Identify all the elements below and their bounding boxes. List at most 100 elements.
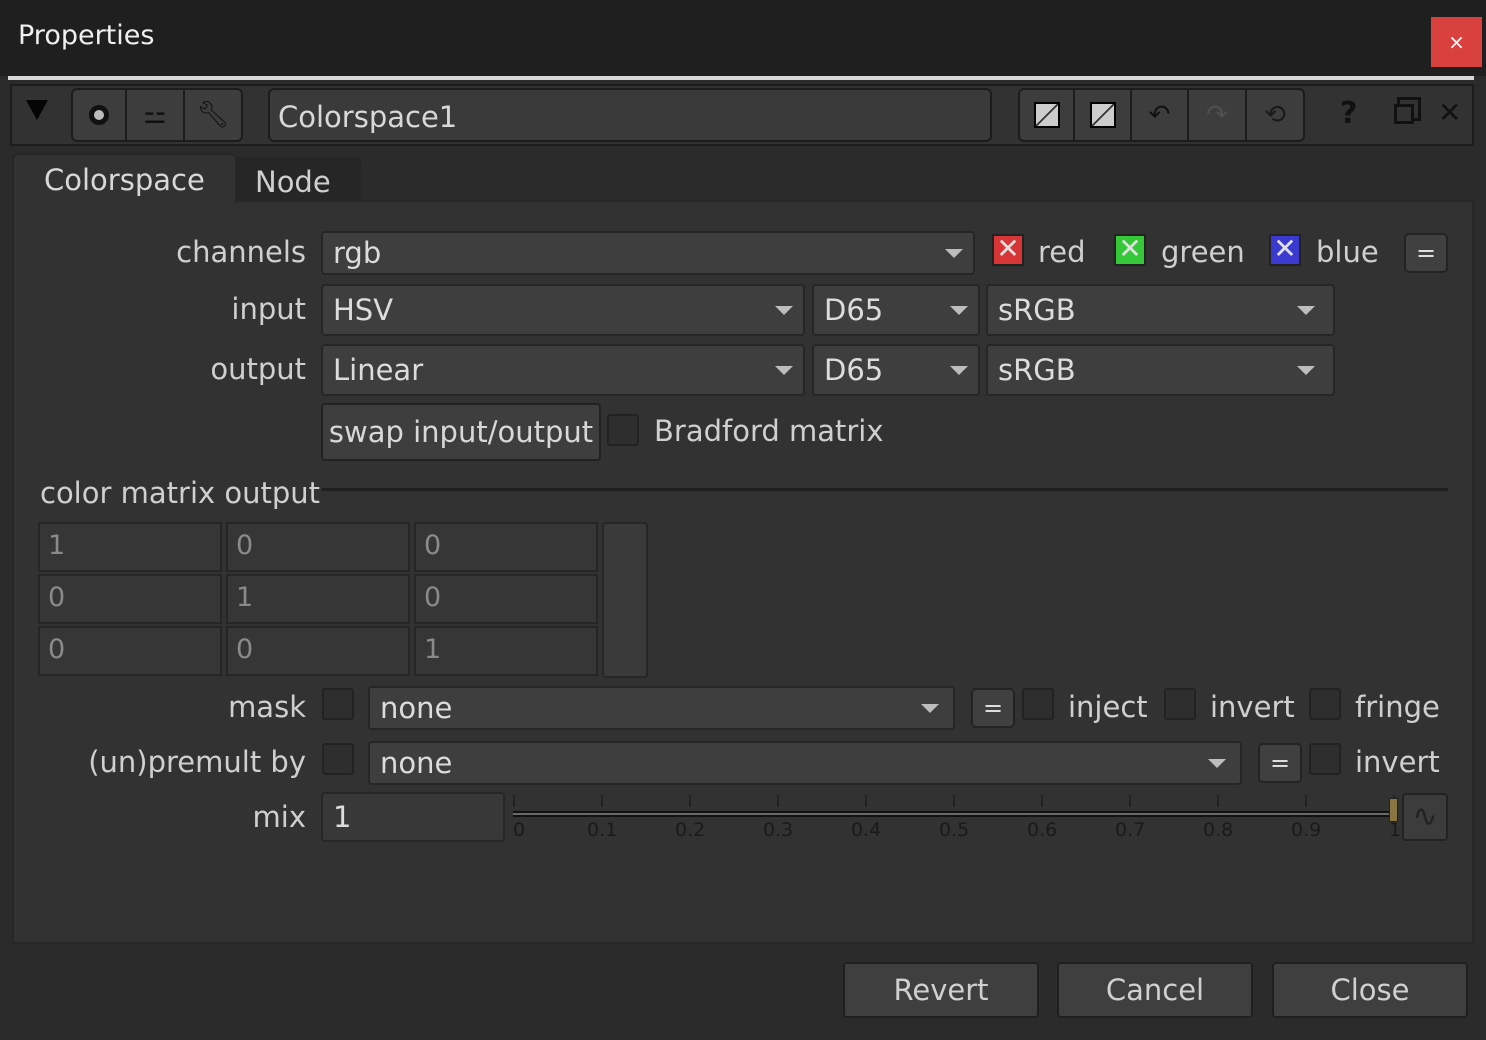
cancel-button[interactable]: Cancel [1057,962,1253,1018]
slider-tick-label: 0.7 [1115,819,1146,841]
mask-link-button[interactable]: = [971,688,1015,728]
swatch-icon[interactable] [1075,90,1132,140]
mix-slider[interactable]: 0 0.1 0.2 0.3 0.4 0.5 0.6 0.7 0.8 0.9 1 [513,795,1402,845]
mask-value: none [380,691,453,725]
slider-tick-label: 0.6 [1027,819,1058,841]
channels-label: channels [176,235,306,269]
blue-channel-checkbox[interactable]: ✕ [1269,234,1301,266]
mask-dropdown[interactable]: none [368,686,955,730]
slider-tick-label: 0 [513,819,526,841]
fringe-label: fringe [1355,690,1440,724]
mix-input[interactable]: 1 [321,792,505,842]
matrix-cell[interactable]: 1 [226,574,410,624]
bradford-matrix-checkbox[interactable] [607,414,639,446]
bug-icon[interactable]: ⚍ [127,90,185,140]
fringe-checkbox[interactable] [1309,688,1341,720]
matrix-cell[interactable]: 0 [414,522,598,572]
slider-tick-label: 0.4 [851,819,882,841]
undo-icon[interactable]: ↶ [1132,90,1189,140]
channels-value: rgb [333,236,382,270]
matrix-cell[interactable]: 0 [414,574,598,624]
red-label: red [1038,235,1086,269]
premult-label: (un)premult by [88,745,306,779]
swap-input-output-button[interactable]: swap input/output [321,403,601,461]
input-primaries-dropdown[interactable]: sRGB [986,284,1335,336]
output-illuminant-dropdown[interactable]: D65 [812,344,980,396]
matrix-cell[interactable]: 0 [226,626,410,676]
slider-tick [865,795,867,807]
bradford-matrix-label: Bradford matrix [654,414,884,448]
slider-tick [1217,795,1219,807]
slider-tick [1305,795,1307,807]
window-close-button[interactable]: × [1431,17,1482,67]
close-icon[interactable]: ✕ [1438,96,1461,129]
input-label: input [231,292,306,326]
slider-track [513,811,1393,817]
swatch-icon[interactable] [1020,90,1075,140]
slider-tick [513,795,515,807]
tab-colorspace[interactable]: Colorspace [12,153,237,203]
inject-checkbox[interactable] [1022,688,1054,720]
slider-tick-label: 0.9 [1291,819,1322,841]
chevron-down-icon [950,305,968,315]
red-channel-checkbox[interactable]: ✕ [992,234,1024,266]
matrix-cell[interactable]: 0 [38,626,222,676]
slider-tick [1129,795,1131,807]
matrix-cell[interactable]: 1 [414,626,598,676]
node-actions-group: ↶ ↷ ⟲ [1018,88,1305,142]
output-primaries-value: sRGB [998,353,1076,387]
premult-value: none [380,746,453,780]
output-colorspace-value: Linear [333,353,424,387]
matrix-cell[interactable]: 0 [38,574,222,624]
chevron-down-icon [1208,758,1226,768]
premult-invert-checkbox[interactable] [1309,743,1341,775]
help-icon[interactable]: ? [1340,96,1357,131]
mask-checkbox[interactable] [322,688,354,720]
title-bar [0,0,1486,76]
premult-dropdown[interactable]: none [368,741,1242,785]
chevron-down-icon [775,305,793,315]
channels-link-button[interactable]: = [1404,233,1448,273]
redo-icon[interactable]: ↷ [1189,90,1247,140]
revert-button[interactable]: Revert [843,962,1039,1018]
matrix-cell[interactable]: 0 [226,522,410,572]
mask-invert-checkbox[interactable] [1164,688,1196,720]
output-colorspace-dropdown[interactable]: Linear [321,344,805,396]
node-name-input[interactable]: Colorspace1 [268,88,992,142]
channels-dropdown[interactable]: rgb [321,231,975,275]
slider-tick-label: 0.3 [763,819,794,841]
premult-link-button[interactable]: = [1258,743,1302,783]
green-label: green [1161,235,1245,269]
slider-tick-label: 0.1 [587,819,618,841]
input-illuminant-value: D65 [824,293,884,327]
slider-handle[interactable] [1389,798,1398,822]
revert-icon[interactable]: ⟲ [1247,90,1303,140]
mix-animation-curve-icon[interactable]: ∿ [1402,793,1448,841]
slider-tick [601,795,603,807]
input-primaries-value: sRGB [998,293,1076,327]
slider-tick-label: 0.2 [675,819,706,841]
chevron-down-icon [921,703,939,713]
input-colorspace-dropdown[interactable]: HSV [321,284,805,336]
premult-checkbox[interactable] [322,743,354,775]
matrix-cell[interactable]: 1 [38,522,222,572]
output-primaries-dropdown[interactable]: sRGB [986,344,1335,396]
section-divider [322,488,1448,491]
tab-node[interactable]: Node [225,157,361,201]
collapse-triangle-icon[interactable] [26,100,48,120]
output-illuminant-value: D65 [824,353,884,387]
premult-invert-label: invert [1355,745,1440,779]
viewer-circle-icon[interactable] [73,90,127,140]
color-matrix-label: color matrix output [40,476,321,510]
matrix-animation-button[interactable] [602,522,648,678]
wrench-icon[interactable]: 🔧︎ [185,90,241,140]
chevron-down-icon [945,248,963,258]
slider-tick-label: 1 [1389,819,1402,841]
close-button[interactable]: Close [1272,962,1468,1018]
blue-label: blue [1316,235,1379,269]
window-title: Properties [18,20,155,51]
float-icon[interactable] [1394,104,1414,124]
green-channel-checkbox[interactable]: ✕ [1114,234,1146,266]
input-illuminant-dropdown[interactable]: D65 [812,284,980,336]
input-colorspace-value: HSV [333,293,394,327]
